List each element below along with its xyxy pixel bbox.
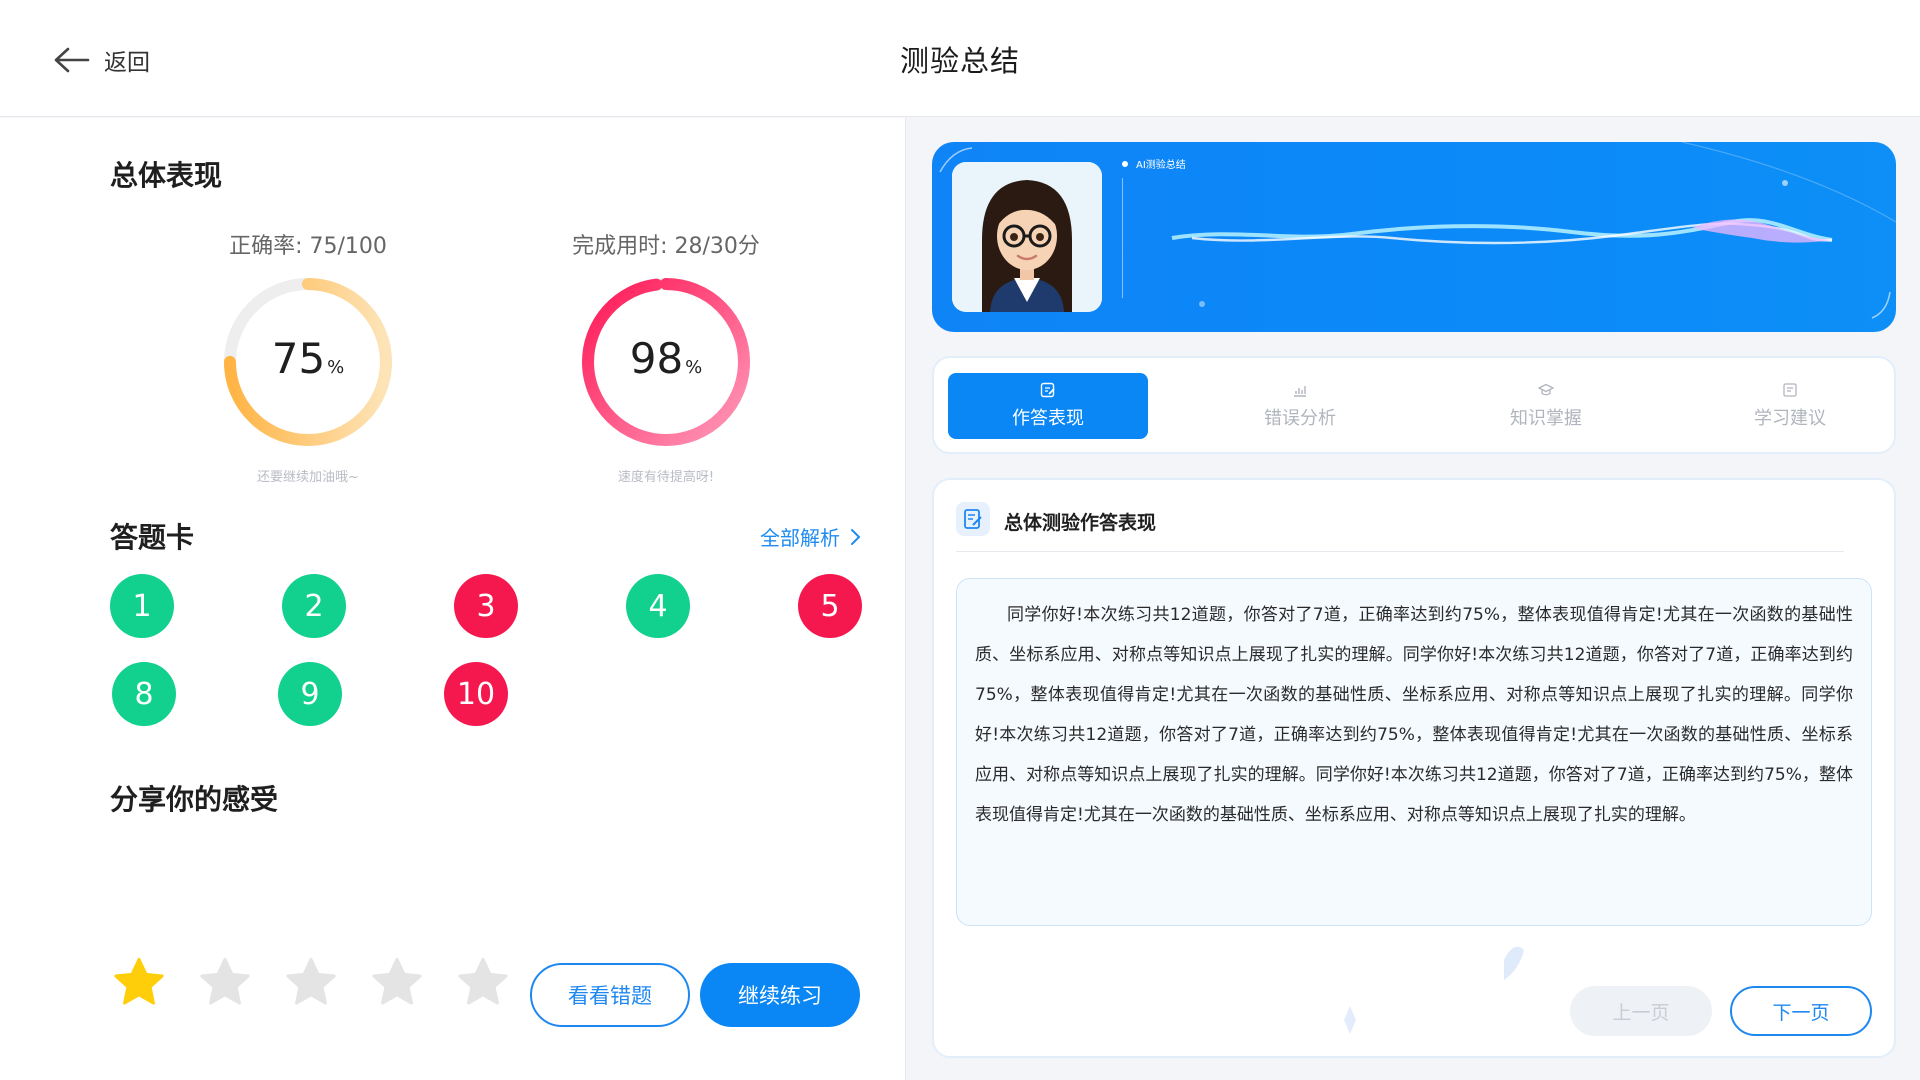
tab-knowledge-mastery[interactable]: 知识掌握 [1446,373,1646,439]
content-title: 总体测验作答表现 [1004,512,1157,534]
banner-tag-label: AI测验总结 [1136,160,1186,171]
tab-error-analysis[interactable]: 错误分析 [1200,373,1400,439]
document-edit-icon [956,502,990,536]
continue-practice-button[interactable]: 继续练习 [700,963,860,1027]
rating-stars [110,954,512,1012]
edit-icon [1040,382,1055,398]
note-icon [1783,383,1797,397]
feedback-title: 分享你的感受 [110,783,279,816]
star-icon[interactable] [368,954,426,1012]
content-header: 总体测验作答表现 [956,502,1844,552]
question-10-button[interactable]: 10 [444,662,508,726]
summary-box: 同学你好!本次练习共12道题，你答对了7道，正确率达到约75%，整体表现值得肯定… [956,578,1872,926]
tab-label: 作答表现 [1012,408,1084,429]
ai-avatar [952,162,1102,312]
time-value: 98% [576,334,756,383]
star-icon[interactable] [110,954,168,1012]
tab-answer-performance[interactable]: 作答表现 [948,373,1148,439]
accuracy-ring: 75% [218,272,398,452]
time-block: 完成用时: 28/30分 98% 速度有待提高呀! [536,228,796,485]
all-analysis-label: 全部解析 [760,526,840,550]
top-bar: 返回 测验总结 [0,0,1920,117]
next-page-button[interactable]: 下一页 [1730,986,1872,1036]
star-icon[interactable] [196,954,254,1012]
time-label: 完成用时: 28/30分 [572,234,760,259]
banner-tag: AI测验总结 [1122,156,1186,171]
chevron-right-icon [851,528,861,545]
question-2-button[interactable]: 2 [282,574,346,638]
graduation-cap-icon [1538,383,1554,396]
ai-banner: AI测验总结 [932,142,1896,332]
tab-label: 学习建议 [1754,408,1826,429]
question-4-button[interactable]: 4 [626,574,690,638]
time-hint: 速度有待提高呀! [617,470,715,485]
page-title: 测验总结 [899,44,1020,78]
question-1-button[interactable]: 1 [110,574,174,638]
question-5-button[interactable]: 5 [798,574,862,638]
accuracy-value: 75% [218,334,398,383]
question-9-button[interactable]: 9 [278,662,342,726]
answer-card-title: 答题卡 [110,521,195,554]
banner-divider [1122,178,1123,298]
prev-page-button[interactable]: 上一页 [1570,986,1712,1036]
tab-bar: 作答表现 错误分析 知识掌握 学习建议 [932,356,1896,454]
all-analysis-link[interactable]: 全部解析 [760,522,862,551]
content-card: 总体测验作答表现 同学你好!本次练习共12道题，你答对了7道，正确率达到约75%… [932,478,1896,1058]
time-ring: 98% [576,272,756,452]
time-number: 98 [629,334,684,383]
time-unit: % [685,357,703,378]
overall-title: 总体表现 [110,159,223,192]
dot-icon [1122,160,1128,167]
accuracy-unit: % [327,357,345,378]
tab-label: 知识掌握 [1510,408,1582,429]
tab-label: 错误分析 [1264,408,1336,429]
star-icon[interactable] [282,954,340,1012]
left-panel: 总体表现 正确率: 75/100 75% 还要继续加油哦~ 完成用时: 28/3… [0,118,906,1080]
summary-text: 同学你好!本次练习共12道题，你答对了7道，正确率达到约75%，整体表现值得肯定… [975,605,1853,825]
review-wrong-button[interactable]: 看看错题 [530,963,690,1027]
accuracy-block: 正确率: 75/100 75% 还要继续加油哦~ [178,228,438,485]
accuracy-number: 75 [271,334,326,383]
tab-study-advice[interactable]: 学习建议 [1690,373,1890,439]
star-icon[interactable] [454,954,512,1012]
chart-icon [1294,386,1306,397]
question-8-button[interactable]: 8 [112,662,176,726]
accuracy-hint: 还要继续加油哦~ [257,470,359,485]
question-3-button[interactable]: 3 [454,574,518,638]
accuracy-label: 正确率: 75/100 [229,234,387,259]
